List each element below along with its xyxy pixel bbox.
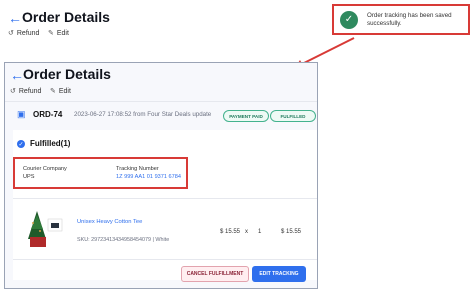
edit-tracking-button[interactable]: EDIT TRACKING bbox=[252, 266, 306, 282]
courier-value: UPS bbox=[23, 174, 35, 180]
edit-label: Edit bbox=[58, 87, 71, 95]
check-icon: ✓ bbox=[340, 10, 358, 29]
edit-label: Edit bbox=[56, 29, 69, 37]
refund-icon: ↺ bbox=[8, 30, 14, 37]
back-arrow-icon[interactable]: ← bbox=[8, 11, 22, 25]
order-box-icon: ▣ bbox=[17, 109, 26, 119]
edit-icon: ✎ bbox=[50, 88, 56, 95]
toast-message: Order tracking has been saved successful… bbox=[367, 11, 452, 27]
product-sku: SKU: 29723413434958454079 | White bbox=[77, 237, 170, 243]
fulfillment-card bbox=[13, 130, 317, 280]
product-quantity: 1 bbox=[258, 229, 262, 235]
panel-back-arrow-icon[interactable]: ← bbox=[10, 68, 24, 82]
card-divider bbox=[13, 198, 317, 199]
refund-button[interactable]: ↺ Refund bbox=[8, 29, 40, 38]
refund-label: Refund bbox=[16, 29, 40, 37]
panel-title: Order Details bbox=[23, 66, 111, 82]
product-image bbox=[24, 209, 68, 249]
cancel-fulfillment-button[interactable]: CANCEL FULFILLMENT bbox=[181, 266, 249, 282]
payment-status-badge: PAYMENT PAID bbox=[223, 110, 269, 122]
page-title: Order Details bbox=[22, 9, 110, 25]
success-toast: ✓ Order tracking has been saved successf… bbox=[332, 4, 470, 35]
times-symbol: x bbox=[245, 229, 248, 235]
fulfilled-title: Fulfilled(1) bbox=[30, 139, 71, 148]
panel-refund-button[interactable]: ↺ Refund bbox=[10, 87, 42, 96]
refund-icon: ↺ bbox=[10, 88, 16, 95]
edit-button[interactable]: ✎ Edit bbox=[48, 29, 69, 38]
tracking-info-box bbox=[13, 157, 188, 189]
refund-label: Refund bbox=[18, 87, 42, 95]
product-name-link[interactable]: Unisex Heavy Cotton Tee bbox=[77, 219, 142, 225]
card-divider-2 bbox=[13, 259, 317, 260]
order-meta: 2023-06-27 17:08:52 from Four Star Deals… bbox=[74, 111, 212, 118]
tracking-number-label: Tracking Number bbox=[116, 166, 159, 172]
edit-icon: ✎ bbox=[48, 30, 54, 37]
courier-label: Courier Company bbox=[23, 166, 67, 172]
product-total: $ 15.55 bbox=[281, 229, 302, 235]
product-price: $ 15.55 bbox=[220, 229, 241, 235]
panel-edit-button[interactable]: ✎ Edit bbox=[50, 87, 71, 96]
fulfillment-status-badge: FULFILLED bbox=[270, 110, 316, 122]
fulfilled-check-icon: ✓ bbox=[17, 140, 25, 148]
panel-divider bbox=[5, 101, 317, 102]
tracking-number-link[interactable]: 1Z 999 AA1 01 9371 6784 bbox=[116, 174, 181, 180]
order-id: ORD-74 bbox=[33, 110, 63, 119]
